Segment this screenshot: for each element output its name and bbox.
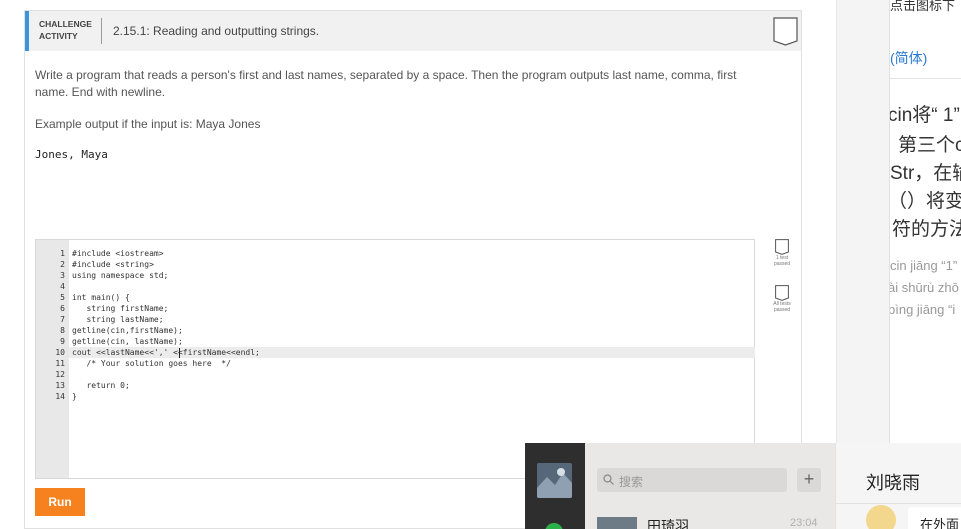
code-line[interactable]: getline(cin, lastName); — [72, 337, 183, 346]
line-number: 5 — [60, 293, 65, 302]
line-number: 7 — [60, 315, 65, 324]
code-line[interactable]: string firstName; — [72, 304, 168, 313]
conversation-panel: 刘晓雨 在外面 — [835, 443, 961, 529]
tab-divider — [890, 78, 961, 79]
language-tab[interactable]: (简体) — [890, 48, 927, 68]
header-divider — [101, 18, 102, 44]
code-line[interactable]: #include <string> — [72, 260, 154, 269]
pinyin-line: ài shūrù zhō — [889, 280, 959, 295]
challenge-activity-label: CHALLENGE ACTIVITY — [39, 18, 92, 42]
article-top-text: 点击图标下 — [890, 0, 956, 13]
chat-list-panel: 搜索 + 田琦羽 23:04 — [585, 443, 835, 529]
line-number: 12 — [55, 370, 65, 379]
article-line: （）将变 — [889, 191, 961, 212]
example-output: Jones, Maya — [35, 148, 108, 161]
search-icon — [603, 474, 614, 485]
conversation-title: 刘晓雨 — [866, 473, 920, 493]
challenge-label-line1: CHALLENGE — [39, 19, 92, 29]
bookmark-icon[interactable] — [773, 17, 798, 46]
run-button[interactable]: Run — [35, 488, 85, 516]
code-line[interactable]: cout <<lastName<<',' <<firstName<<endl; — [72, 348, 260, 357]
code-line[interactable]: /* Your solution goes here */ — [72, 359, 231, 368]
contact-name[interactable]: 田琦羽 — [647, 516, 689, 529]
conversation-divider — [836, 503, 961, 504]
user-avatar[interactable] — [537, 463, 572, 498]
line-number: 1 — [60, 249, 65, 258]
line-number: 6 — [60, 304, 65, 313]
test-checkbox-icon — [775, 239, 789, 255]
line-number: 11 — [55, 359, 65, 368]
line-number: 4 — [60, 282, 65, 291]
example-label: Example output if the input is: Maya Jon… — [35, 117, 261, 131]
line-number: 2 — [60, 260, 65, 269]
contact-time: 23:04 — [790, 517, 818, 529]
line-number: 10 — [55, 348, 65, 357]
test-status-1: 1 test passed — [771, 239, 793, 267]
challenge-header: CHALLENGE ACTIVITY 2.15.1: Reading and o… — [25, 11, 801, 51]
line-number: 14 — [55, 392, 65, 401]
chat-tab-icon[interactable] — [545, 523, 563, 529]
chat-search-box[interactable]: 搜索 — [597, 468, 787, 492]
sender-avatar[interactable] — [866, 505, 896, 529]
challenge-title: 2.15.1: Reading and outputting strings. — [113, 24, 320, 38]
challenge-description: Write a program that reads a person's fi… — [35, 68, 737, 99]
pinyin-line: cin jiāng “1” — [890, 258, 958, 273]
text-cursor — [179, 348, 180, 358]
line-number: 13 — [55, 381, 65, 390]
article-line: 第三个c — [898, 135, 961, 156]
code-line[interactable]: } — [72, 392, 77, 401]
article-line: 符的方法 — [892, 219, 961, 240]
code-line[interactable]: #include <iostream> — [72, 249, 164, 258]
challenge-label-line2: ACTIVITY — [39, 31, 78, 41]
code-line[interactable]: return 0; — [72, 381, 129, 390]
line-number: 3 — [60, 271, 65, 280]
chat-nav-bar — [525, 443, 585, 529]
search-placeholder: 搜索 — [619, 475, 644, 489]
code-line[interactable]: getline(cin,firstName); — [72, 326, 183, 335]
code-line[interactable]: int main() { — [72, 293, 130, 302]
chat-window: 搜索 + 田琦羽 23:04 刘晓雨 在外面 — [525, 443, 961, 529]
article-line: Str，在输 — [890, 163, 961, 184]
test-status-text: 1 test passed — [773, 255, 791, 267]
contact-avatar[interactable] — [597, 517, 637, 529]
code-line[interactable]: string lastName; — [72, 315, 163, 324]
test-checkbox-icon — [775, 285, 789, 301]
message-text: 在外面 — [920, 517, 960, 529]
pinyin-line: bìng jiāng “i — [889, 302, 956, 317]
avatar-image-icon — [537, 463, 572, 498]
article-line: cin将“ 1” — [889, 105, 960, 126]
code-line[interactable]: using namespace std; — [72, 271, 168, 280]
line-number: 8 — [60, 326, 65, 335]
add-chat-button[interactable]: + — [797, 468, 821, 492]
line-number: 9 — [60, 337, 65, 346]
all-tests-status-text: All tests passed — [773, 301, 791, 313]
test-status-all: All tests passed — [771, 285, 793, 313]
